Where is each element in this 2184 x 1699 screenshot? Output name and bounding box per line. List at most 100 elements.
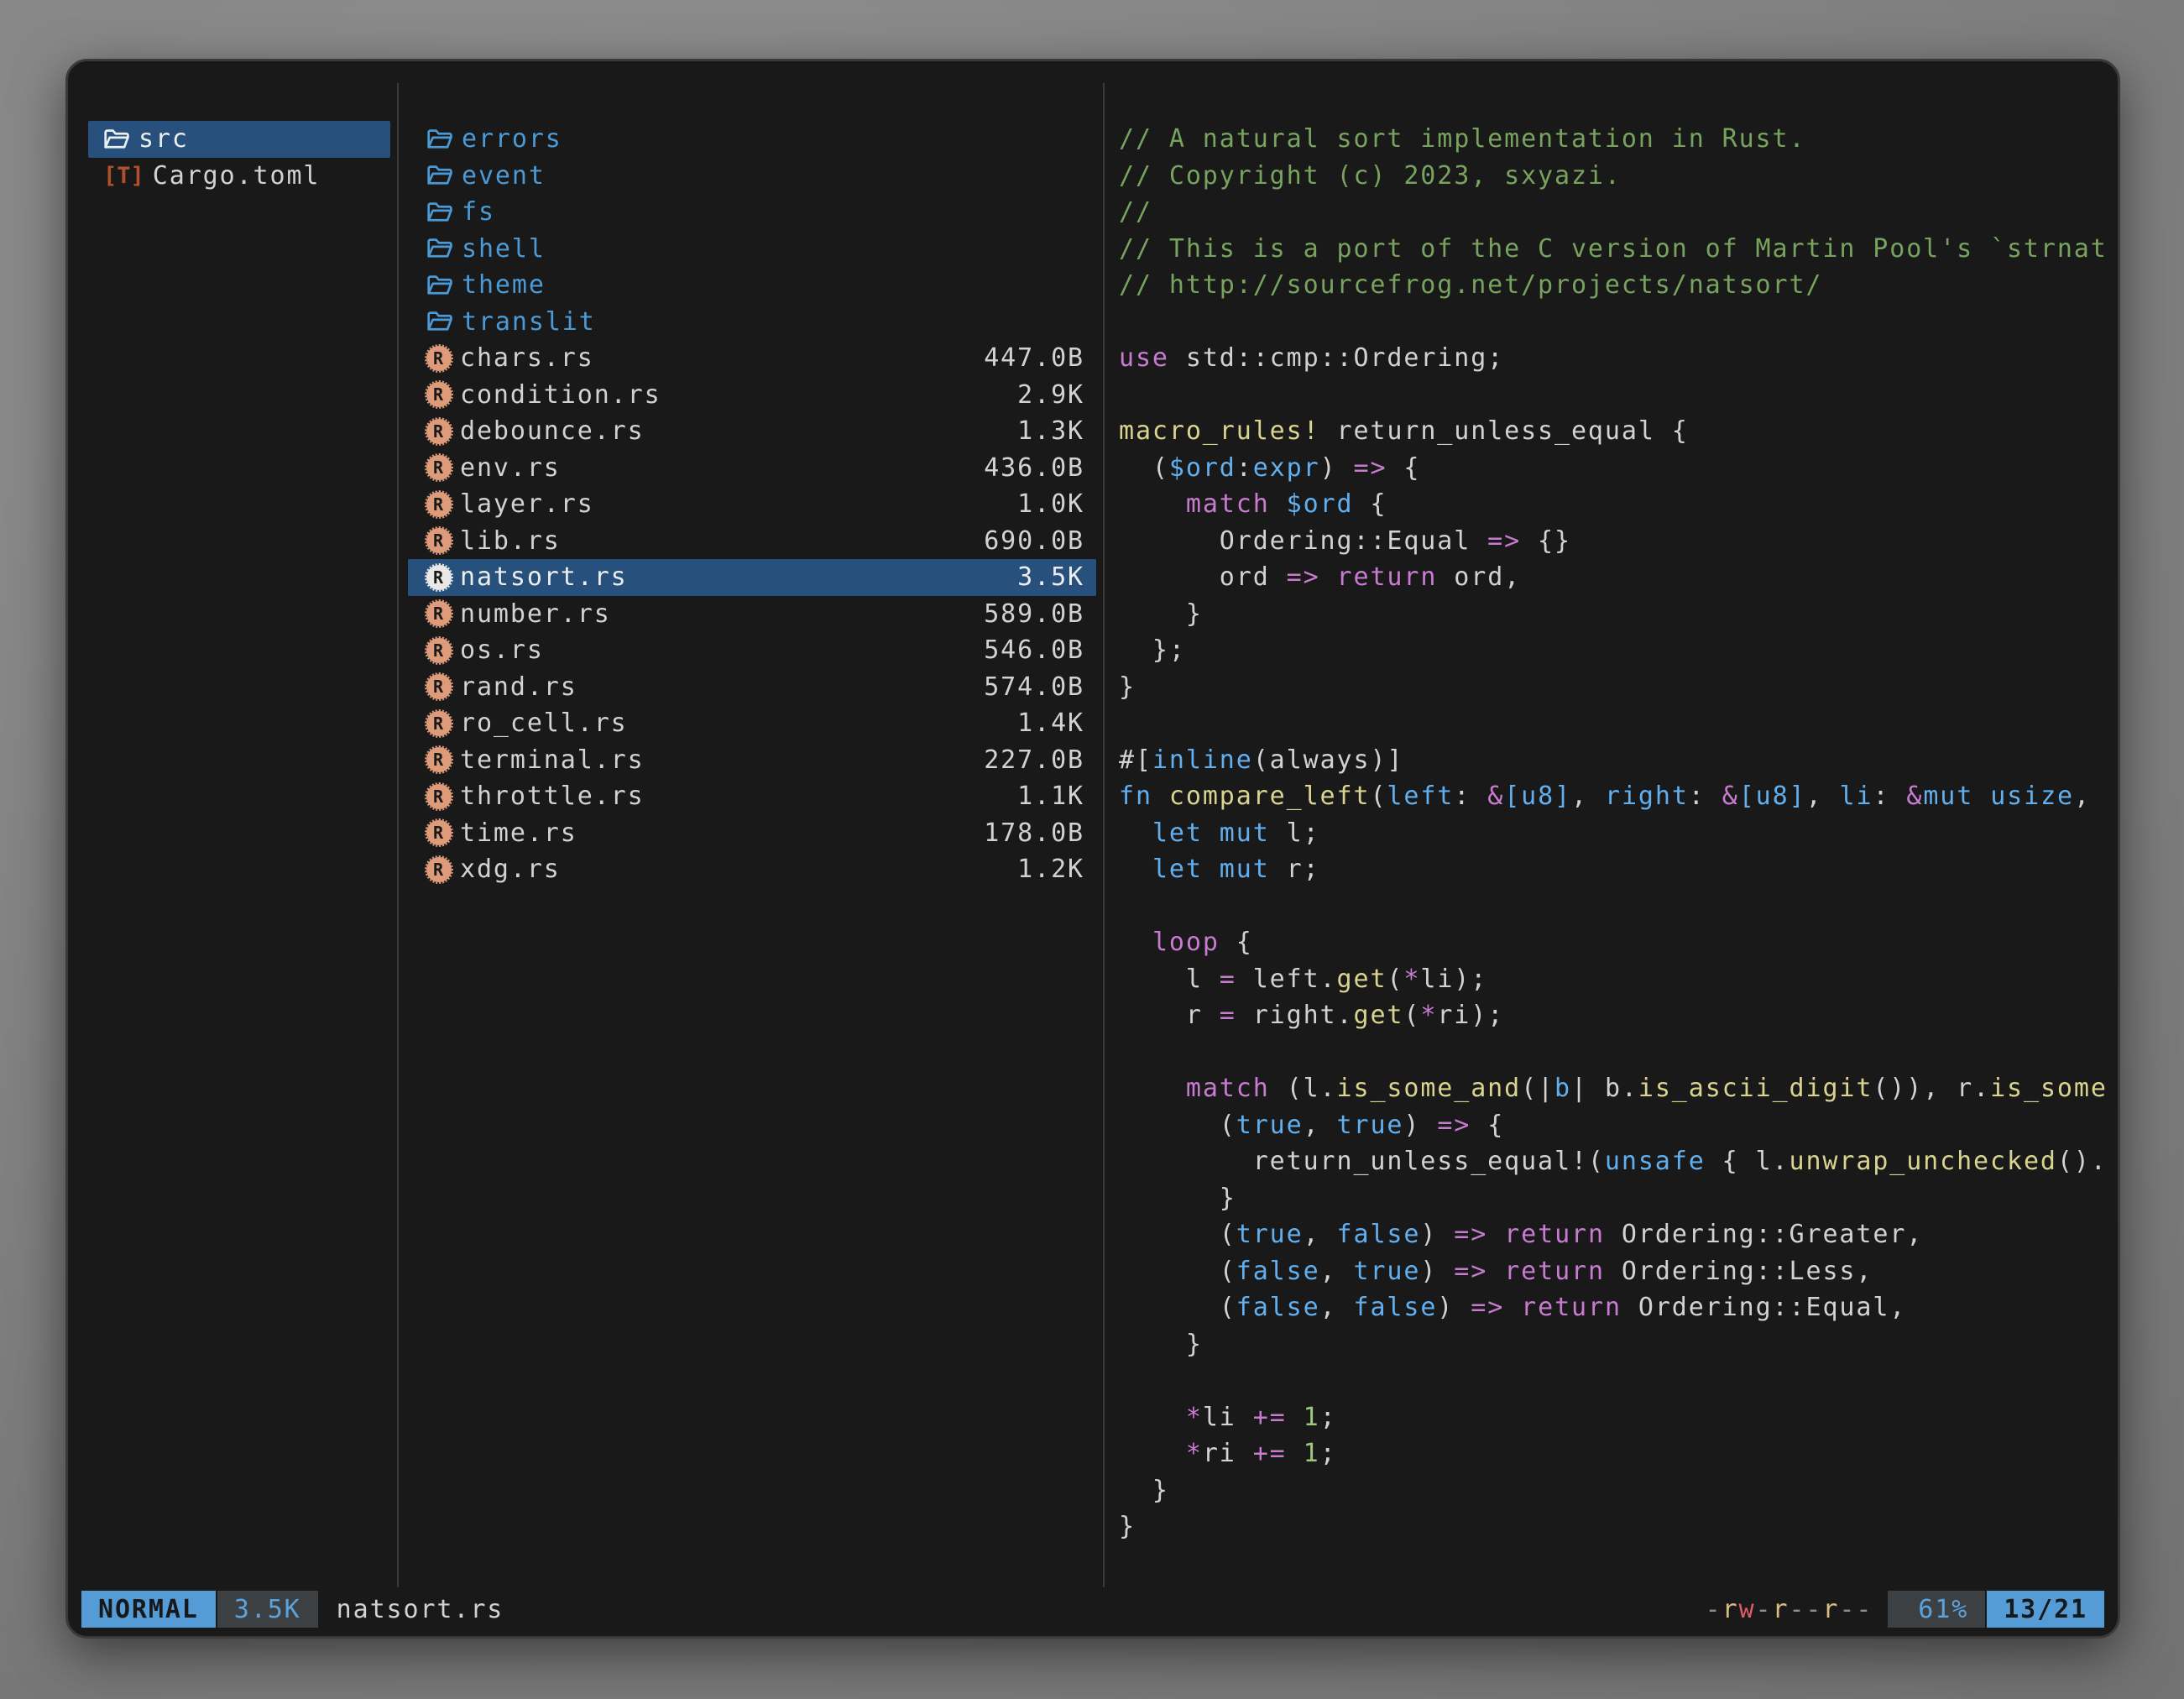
code-line: let mut r; xyxy=(1119,851,2108,888)
file-item-Cargo.toml[interactable]: [T]Cargo.toml xyxy=(88,158,390,195)
dir-item-src[interactable]: src xyxy=(88,121,390,158)
file-item-number.rs[interactable]: Rnumber.rs 589.0B xyxy=(408,596,1096,633)
code-line: } xyxy=(1119,1508,2108,1545)
open-folder-icon xyxy=(103,127,130,152)
code-line: } xyxy=(1119,1180,2108,1217)
parent-pane: src [T]Cargo.toml xyxy=(88,121,390,194)
item-size: 1.3K xyxy=(1017,416,1096,446)
status-right-group: -rw-r--r-- 61% 13/21 xyxy=(1706,1591,2104,1628)
file-item-os.rs[interactable]: Ros.rs 546.0B xyxy=(408,632,1096,669)
item-name: rand.rs xyxy=(460,672,577,702)
item-size: 574.0B xyxy=(984,672,1096,702)
mode-badge: NORMAL xyxy=(81,1591,216,1628)
item-size: 1.1K xyxy=(1017,782,1096,811)
item-name: os.rs xyxy=(460,635,544,665)
file-item-condition.rs[interactable]: Rcondition.rs 2.9K xyxy=(408,377,1096,414)
file-item-ro_cell.rs[interactable]: Rro_cell.rs 1.4K xyxy=(408,705,1096,742)
item-name: time.rs xyxy=(460,818,577,848)
code-line: // xyxy=(1119,194,2108,231)
rust-gear-r-icon: R xyxy=(426,601,452,626)
code-line xyxy=(1119,304,2108,341)
item-name: condition.rs xyxy=(460,380,661,410)
item-name: shell xyxy=(462,234,546,264)
dir-item-theme[interactable]: theme xyxy=(408,267,1096,304)
item-name: event xyxy=(462,161,546,191)
item-size: 1.2K xyxy=(1017,855,1096,884)
item-name: ro_cell.rs xyxy=(460,708,628,738)
item-name: xdg.rs xyxy=(460,855,561,884)
item-name: fs xyxy=(462,197,495,227)
file-item-rand.rs[interactable]: Rrand.rs 574.0B xyxy=(408,669,1096,706)
code-line: return_unless_equal!(unsafe { l.unwrap_u… xyxy=(1119,1143,2108,1180)
code-line: } xyxy=(1119,596,2108,633)
code-line: macro_rules! return_unless_equal { xyxy=(1119,413,2108,450)
item-size: 447.0B xyxy=(984,343,1096,373)
item-name: layer.rs xyxy=(460,489,594,519)
code-line: (true, false) => return Ordering::Greate… xyxy=(1119,1216,2108,1253)
code-line: r = right.get(*ri); xyxy=(1119,997,2108,1034)
open-folder-icon xyxy=(426,273,453,298)
item-name: env.rs xyxy=(460,453,561,483)
code-line: } xyxy=(1119,1472,2108,1509)
item-name: theme xyxy=(462,270,546,300)
item-size: 227.0B xyxy=(984,745,1096,775)
item-name: throttle.rs xyxy=(460,782,645,811)
code-line: Ordering::Equal => {} xyxy=(1119,523,2108,560)
yazi-file-manager-window: src [T]Cargo.toml errors event fs xyxy=(65,59,2120,1639)
dir-item-errors[interactable]: errors xyxy=(408,121,1096,158)
item-size: 178.0B xyxy=(984,818,1096,848)
code-line: }; xyxy=(1119,632,2108,669)
file-item-debounce.rs[interactable]: Rdebounce.rs 1.3K xyxy=(408,413,1096,450)
file-item-layer.rs[interactable]: Rlayer.rs 1.0K xyxy=(408,486,1096,523)
pane-divider xyxy=(397,83,399,1587)
item-size: 3.5K xyxy=(1017,562,1096,592)
file-item-terminal.rs[interactable]: Rterminal.rs 227.0B xyxy=(408,742,1096,779)
preview-pane[interactable]: // A natural sort implementation in Rust… xyxy=(1119,121,2108,1600)
rust-gear-r-icon: R xyxy=(426,674,452,699)
code-line: (true, true) => { xyxy=(1119,1107,2108,1144)
item-size: 690.0B xyxy=(984,526,1096,556)
code-line xyxy=(1119,1034,2108,1071)
dir-item-event[interactable]: event xyxy=(408,158,1096,195)
code-line: loop { xyxy=(1119,924,2108,961)
code-line: // A natural sort implementation in Rust… xyxy=(1119,121,2108,158)
file-item-time.rs[interactable]: Rtime.rs 178.0B xyxy=(408,815,1096,852)
item-name: translit xyxy=(462,307,596,337)
rust-gear-r-icon: R xyxy=(426,638,452,663)
code-line: *ri += 1; xyxy=(1119,1435,2108,1472)
item-name: Cargo.toml xyxy=(153,161,321,191)
open-folder-icon xyxy=(426,163,453,188)
item-name: lib.rs xyxy=(460,526,561,556)
file-item-env.rs[interactable]: Renv.rs 436.0B xyxy=(408,450,1096,487)
status-bar: NORMAL 3.5K natsort.rs -rw-r--r-- 61% 13… xyxy=(68,1590,2118,1628)
code-line: ($ord:expr) => { xyxy=(1119,450,2108,487)
item-name: debounce.rs xyxy=(460,416,645,446)
pane-divider xyxy=(1103,83,1105,1587)
code-line: let mut l; xyxy=(1119,815,2108,852)
scroll-percent-badge: 61% xyxy=(1888,1591,1985,1628)
rust-gear-r-icon: R xyxy=(426,820,452,845)
permissions-text: -rw-r--r-- xyxy=(1706,1595,1873,1624)
desktop-background: src [T]Cargo.toml errors event fs xyxy=(0,0,2184,1699)
item-size: 436.0B xyxy=(984,453,1096,483)
open-folder-icon xyxy=(426,127,453,152)
code-line: // Copyright (c) 2023, sxyazi. xyxy=(1119,158,2108,195)
file-item-natsort.rs[interactable]: Rnatsort.rs 3.5K xyxy=(408,559,1096,596)
code-line: // This is a port of the C version of Ma… xyxy=(1119,231,2108,268)
file-item-xdg.rs[interactable]: Rxdg.rs 1.2K xyxy=(408,851,1096,888)
current-pane: errors event fs shell theme xyxy=(408,121,1096,888)
file-item-lib.rs[interactable]: Rlib.rs 690.0B xyxy=(408,523,1096,560)
dir-item-translit[interactable]: translit xyxy=(408,304,1096,341)
item-name: natsort.rs xyxy=(460,562,628,592)
code-line: match (l.is_some_and(|b| b.is_ascii_digi… xyxy=(1119,1070,2108,1107)
code-line: // http://sourcefrog.net/projects/natsor… xyxy=(1119,267,2108,304)
rust-gear-r-icon: R xyxy=(426,419,452,444)
list-position-badge: 13/21 xyxy=(1987,1591,2104,1628)
file-item-chars.rs[interactable]: Rchars.rs 447.0B xyxy=(408,340,1096,377)
dir-item-fs[interactable]: fs xyxy=(408,194,1096,231)
item-name: number.rs xyxy=(460,599,611,629)
file-item-throttle.rs[interactable]: Rthrottle.rs 1.1K xyxy=(408,778,1096,815)
dir-item-shell[interactable]: shell xyxy=(408,231,1096,268)
code-line xyxy=(1119,888,2108,925)
item-name: chars.rs xyxy=(460,343,594,373)
